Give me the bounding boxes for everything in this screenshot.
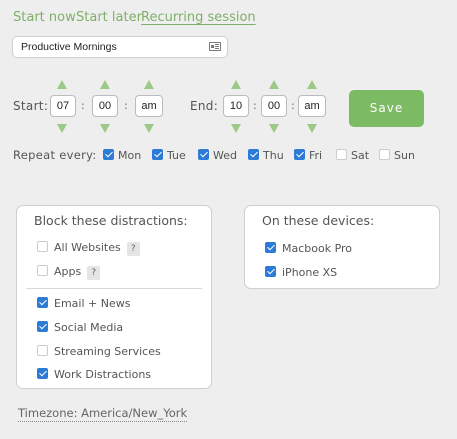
device-checkbox[interactable] [265, 266, 276, 277]
divider [26, 288, 202, 289]
time-separator: : [291, 99, 295, 112]
distraction-item[interactable]: Streaming Services [37, 345, 161, 358]
start-minute-input[interactable]: 00 [92, 95, 118, 117]
distractions-title: Block these distractions: [34, 213, 188, 228]
timezone-link[interactable]: Timezone: America/New_York [18, 406, 188, 422]
end-hour-input[interactable]: 10 [223, 95, 249, 117]
id-card-icon[interactable] [209, 42, 221, 51]
start-ampm-up-arrow-icon[interactable] [144, 80, 154, 89]
devices-panel: On these devices: Macbook Pro iPhone XS [244, 205, 440, 289]
time-separator: : [124, 99, 128, 112]
distraction-item[interactable]: Apps? [37, 265, 101, 280]
checkbox-tue[interactable] [152, 149, 163, 160]
start-hour-input[interactable]: 07 [50, 95, 76, 117]
session-name-value: Productive Mornings [21, 41, 117, 53]
checkbox-thu[interactable] [248, 149, 259, 160]
end-hour-down-arrow-icon[interactable] [231, 124, 241, 133]
time-separator: : [81, 99, 85, 112]
distraction-item[interactable]: Social Media [37, 321, 123, 334]
day-label: Thu [263, 149, 284, 162]
checkbox-wed[interactable] [198, 149, 209, 160]
distraction-label: Email + News [54, 297, 131, 310]
day-sun[interactable]: Sun [379, 149, 415, 162]
start-ampm-input[interactable]: am [135, 95, 163, 117]
day-mon[interactable]: Mon [103, 149, 141, 162]
time-separator: : [253, 99, 257, 112]
distraction-label: Work Distractions [54, 368, 152, 381]
devices-title: On these devices: [262, 213, 375, 228]
checkbox-fri[interactable] [294, 149, 305, 160]
day-label: Sat [351, 149, 370, 162]
help-icon[interactable]: ? [87, 266, 101, 280]
day-wed[interactable]: Wed [198, 149, 237, 162]
start-hour-up-arrow-icon[interactable] [57, 80, 67, 89]
distraction-checkbox[interactable] [37, 297, 48, 308]
distraction-checkbox[interactable] [37, 345, 48, 356]
distraction-label: Apps [54, 265, 82, 278]
start-hour-down-arrow-icon[interactable] [57, 124, 67, 133]
day-fri[interactable]: Fri [294, 149, 322, 162]
day-thu[interactable]: Thu [248, 149, 284, 162]
distraction-label: All Websites [54, 241, 121, 254]
start-minute-up-arrow-icon[interactable] [100, 80, 110, 89]
end-minute-up-arrow-icon[interactable] [269, 80, 279, 89]
day-label: Fri [309, 149, 323, 162]
end-ampm-input[interactable]: am [298, 95, 326, 117]
distraction-checkbox[interactable] [37, 321, 48, 332]
day-label: Sun [394, 149, 415, 162]
start-ampm-down-arrow-icon[interactable] [144, 124, 154, 133]
distraction-item[interactable]: Email + News [37, 297, 130, 310]
tab-start-now[interactable]: Start now [13, 10, 76, 25]
checkbox-mon[interactable] [103, 149, 114, 160]
end-minute-input[interactable]: 00 [261, 95, 287, 117]
day-label: Mon [118, 149, 142, 162]
end-hour-up-arrow-icon[interactable] [231, 80, 241, 89]
checkbox-sun[interactable] [379, 149, 390, 160]
start-label: Start: [13, 99, 49, 113]
device-item[interactable]: iPhone XS [265, 266, 337, 279]
end-minute-down-arrow-icon[interactable] [269, 124, 279, 133]
distraction-checkbox[interactable] [37, 241, 48, 252]
day-label: Tue [167, 149, 186, 162]
end-label: End: [190, 99, 219, 113]
session-name-field[interactable]: Productive Mornings [12, 36, 228, 58]
tab-start-later[interactable]: Start later [76, 10, 142, 25]
distraction-item[interactable]: All Websites? [37, 241, 140, 256]
end-ampm-down-arrow-icon[interactable] [307, 124, 317, 133]
tab-recurring-session[interactable]: Recurring session [141, 10, 256, 25]
distraction-checkbox[interactable] [37, 265, 48, 276]
start-minute-down-arrow-icon[interactable] [100, 124, 110, 133]
day-tue[interactable]: Tue [152, 149, 186, 162]
device-item[interactable]: Macbook Pro [265, 242, 352, 255]
distraction-label: Social Media [54, 321, 124, 334]
distractions-panel: Block these distractions: All Websites? … [16, 205, 212, 389]
distraction-checkbox[interactable] [37, 368, 48, 379]
help-icon[interactable]: ? [126, 242, 140, 256]
repeat-label: Repeat every: [13, 148, 97, 162]
device-label: iPhone XS [282, 266, 338, 279]
device-label: Macbook Pro [282, 242, 353, 255]
day-label: Wed [213, 149, 237, 162]
day-sat[interactable]: Sat [336, 149, 369, 162]
distraction-label: Streaming Services [54, 345, 161, 358]
checkbox-sat[interactable] [336, 149, 347, 160]
device-checkbox[interactable] [265, 242, 276, 253]
distraction-item[interactable]: Work Distractions [37, 368, 151, 381]
end-ampm-up-arrow-icon[interactable] [307, 80, 317, 89]
save-button[interactable]: Save [349, 90, 424, 127]
